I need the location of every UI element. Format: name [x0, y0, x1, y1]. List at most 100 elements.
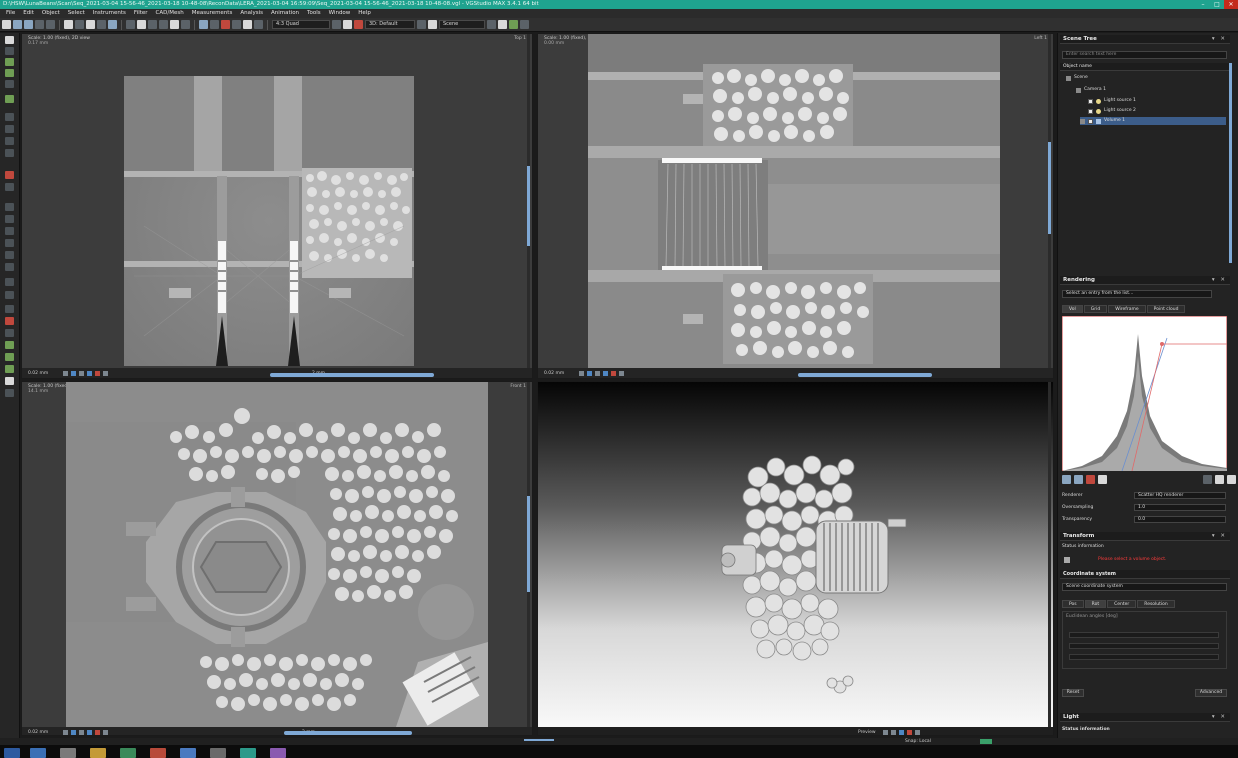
- open-icon[interactable]: [13, 20, 22, 29]
- zoom-level[interactable]: 0.02 mm: [28, 730, 60, 735]
- new-icon[interactable]: [2, 20, 11, 29]
- viewport-top-left[interactable]: Scale: 1.00 (fixed), 2D view 0.17 mm Top…: [21, 33, 533, 379]
- spline-tool-icon[interactable]: [5, 215, 14, 223]
- angle-tool-icon[interactable]: [5, 125, 14, 133]
- options-icon[interactable]: [103, 370, 108, 376]
- tab-grid[interactable]: Grid: [1083, 305, 1108, 313]
- pointer-tool-icon[interactable]: [5, 36, 14, 44]
- snapshot-icon[interactable]: [487, 20, 496, 29]
- oversampling-field[interactable]: 1.0: [1134, 504, 1226, 511]
- tree-item-scene[interactable]: Scene: [1066, 74, 1226, 82]
- visibility-checkbox[interactable]: [1088, 98, 1093, 104]
- hist-export-icon[interactable]: [1227, 475, 1236, 484]
- taskbar-app-1-icon[interactable]: [30, 748, 46, 758]
- axis-icon[interactable]: [71, 729, 76, 735]
- redo-icon[interactable]: [46, 20, 55, 29]
- sphere-tool-icon[interactable]: [5, 291, 14, 299]
- menu-tools[interactable]: Tools: [303, 9, 325, 18]
- lock-icon[interactable]: [1080, 118, 1085, 124]
- scene-search-input[interactable]: Enter search text here: [1062, 51, 1227, 59]
- save-icon[interactable]: [24, 20, 33, 29]
- hist-reset-icon[interactable]: [1203, 475, 1212, 484]
- zoom-level[interactable]: 0.02 mm: [28, 371, 60, 376]
- cut-icon[interactable]: [64, 20, 73, 29]
- path-tool-icon[interactable]: [5, 353, 14, 361]
- brush-tool-icon[interactable]: [5, 227, 14, 235]
- eraser-tool-icon[interactable]: [5, 239, 14, 247]
- tab-vol[interactable]: Vol: [1062, 305, 1083, 313]
- menu-filter[interactable]: Filter: [130, 9, 152, 18]
- visibility-checkbox[interactable]: [1088, 118, 1093, 124]
- ruler-icon[interactable]: [210, 20, 219, 29]
- annotate-icon[interactable]: [232, 20, 241, 29]
- polygon-tool-icon[interactable]: [5, 203, 14, 211]
- start-icon[interactable]: [4, 748, 20, 758]
- menu-cad-mesh[interactable]: CAD/Mesh: [152, 9, 188, 18]
- viewport-bottom-right-3d[interactable]: Preview: [537, 381, 1054, 736]
- fit-icon[interactable]: [63, 370, 68, 376]
- grid-icon[interactable]: [97, 20, 106, 29]
- grid-toggle-icon[interactable]: [79, 729, 84, 735]
- axis-icon[interactable]: [71, 370, 76, 376]
- taskbar-app-2-icon[interactable]: [60, 748, 76, 758]
- move-icon[interactable]: [170, 20, 179, 29]
- region-tool-icon[interactable]: [5, 58, 14, 66]
- zoom-tool-icon[interactable]: [5, 80, 14, 88]
- grid-toggle-icon[interactable]: [79, 370, 84, 376]
- record-icon[interactable]: [95, 370, 100, 376]
- fit-icon[interactable]: [63, 729, 68, 735]
- slice-icon[interactable]: [603, 370, 608, 376]
- maximize-button[interactable]: □: [1210, 0, 1224, 9]
- transparency-field[interactable]: 0.0: [1134, 516, 1226, 523]
- chart-icon[interactable]: [108, 20, 117, 29]
- renderer-select[interactable]: Scatter HQ renderer: [1134, 492, 1226, 499]
- vertical-scrollbar[interactable]: [1048, 142, 1051, 234]
- taskbar-vgstudio-icon[interactable]: [240, 748, 256, 758]
- object-name-column[interactable]: Object name: [1063, 64, 1092, 69]
- tab-point-cloud[interactable]: Point cloud: [1146, 305, 1186, 313]
- layout-dropdown[interactable]: 4:3 Quad: [272, 20, 330, 29]
- extra-tool-icon[interactable]: [5, 389, 14, 397]
- options-icon[interactable]: [619, 370, 624, 376]
- menu-instruments[interactable]: Instruments: [89, 9, 130, 18]
- undo-icon[interactable]: [35, 20, 44, 29]
- menu-object[interactable]: Object: [38, 9, 64, 18]
- curve-tool-icon[interactable]: [5, 365, 14, 373]
- viewport-bottom-left[interactable]: Scale: 1.00 (fixed), 2D view 14.1 mm Fro…: [21, 381, 533, 736]
- visibility-checkbox[interactable]: [1088, 108, 1093, 114]
- axis-icon[interactable]: [587, 370, 592, 376]
- circle-tool-icon[interactable]: [5, 95, 14, 103]
- tab-center[interactable]: Center: [1107, 600, 1137, 608]
- rot-z-field[interactable]: [1069, 654, 1219, 660]
- taskbar-app-6-icon[interactable]: [180, 748, 196, 758]
- warning-icon[interactable]: [221, 20, 230, 29]
- tab-rot[interactable]: Rot: [1084, 600, 1107, 608]
- reset-button[interactable]: Reset: [1062, 689, 1084, 697]
- record-icon[interactable]: [95, 729, 100, 735]
- menu-animation[interactable]: Animation: [267, 9, 303, 18]
- grid-toggle-icon[interactable]: [595, 370, 600, 376]
- tab-pos[interactable]: Pos: [1062, 600, 1084, 608]
- minimize-button[interactable]: –: [1196, 0, 1210, 9]
- menu-select[interactable]: Select: [64, 9, 89, 18]
- export-icon[interactable]: [498, 20, 507, 29]
- taskbar-app-5-icon[interactable]: [150, 748, 166, 758]
- copy-icon[interactable]: [75, 20, 84, 29]
- menu-edit[interactable]: Edit: [19, 9, 38, 18]
- grow-tool-icon[interactable]: [5, 69, 14, 77]
- fill-tool-icon[interactable]: [5, 251, 14, 259]
- hist-curve-icon[interactable]: [1062, 475, 1071, 484]
- viewport-top-right[interactable]: Scale: 1.00 (fixed), 2D view 0.00 mm Lef…: [537, 33, 1054, 379]
- 3d-options-icon[interactable]: [915, 729, 920, 735]
- scene-tree-scrollbar[interactable]: [1229, 63, 1232, 263]
- white-tool-icon[interactable]: [5, 377, 14, 385]
- rendering-select[interactable]: Select an entry from the list...: [1062, 290, 1212, 298]
- zoom-icon[interactable]: [181, 20, 190, 29]
- add-icon[interactable]: [86, 20, 95, 29]
- 3d-fit-icon[interactable]: [883, 729, 888, 735]
- pen-tool-icon[interactable]: [5, 341, 14, 349]
- taskbar-app-3-icon[interactable]: [90, 748, 106, 758]
- coordinate-system-select[interactable]: Scene coordinate system: [1062, 583, 1227, 591]
- menu-measurements[interactable]: Measurements: [188, 9, 237, 18]
- tree-item-camera[interactable]: Camera 1: [1076, 86, 1226, 94]
